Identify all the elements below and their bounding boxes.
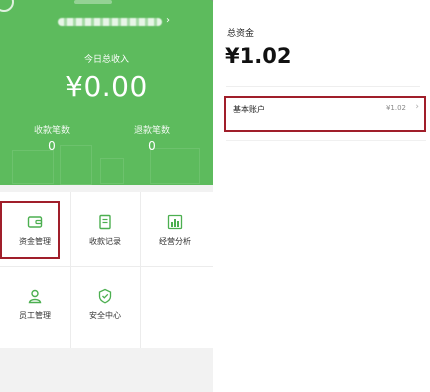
- bar-chart-icon: [167, 214, 183, 230]
- status-bar: [0, 0, 213, 12]
- document-icon: [99, 214, 111, 230]
- account-balance: ¥1.02: [385, 104, 406, 112]
- menu-business-analysis[interactable]: 经营分析: [140, 196, 210, 264]
- menu-security-center[interactable]: 安全中心: [70, 270, 140, 338]
- divider: [226, 140, 426, 141]
- chevron-right-icon: ›: [166, 15, 170, 26]
- today-income-label: 今日总收入: [83, 55, 129, 65]
- refund-count-label: 退款笔数: [133, 126, 170, 136]
- back-icon[interactable]: ‹: [210, 0, 214, 5]
- menu-label: 安全中心: [89, 311, 121, 320]
- divider: [226, 86, 420, 87]
- merchant-name-link[interactable]: ›: [58, 15, 178, 28]
- today-income-amount: ¥0.00: [65, 70, 148, 103]
- merchant-name-blurred: [58, 18, 162, 26]
- total-funds-label: 总资金: [227, 29, 255, 39]
- menu-staff-management[interactable]: 员工管理: [0, 270, 70, 338]
- person-icon: [28, 289, 42, 304]
- income-summary-card: › 今日总收入 ¥0.00 收款笔数 0 退款笔数 0: [0, 0, 213, 185]
- funds-panel: ‹ 总资金 ¥1.02 基本账户 ¥1.02 ›: [210, 0, 430, 392]
- basic-account-row[interactable]: 基本账户 ¥1.02 ›: [224, 96, 426, 132]
- shield-icon: [98, 288, 112, 304]
- menu-label: 员工管理: [19, 311, 51, 320]
- back-icon[interactable]: [0, 0, 14, 12]
- refund-count-value: 0: [148, 139, 156, 153]
- receipt-count-value: 0: [48, 139, 56, 153]
- menu-label: 经营分析: [159, 237, 191, 246]
- account-name: 基本账户: [233, 105, 265, 114]
- merchant-home-panel: › 今日总收入 ¥0.00 收款笔数 0 退款笔数 0 资金管理 收款记录 经营…: [0, 0, 213, 392]
- fund-management-highlight: [0, 201, 60, 259]
- total-funds-amount: ¥1.02: [225, 44, 292, 68]
- chevron-right-icon: ›: [415, 102, 419, 112]
- menu-payment-records[interactable]: 收款记录: [70, 196, 140, 264]
- menu-label: 收款记录: [89, 237, 121, 246]
- receipt-count-label: 收款笔数: [33, 126, 70, 136]
